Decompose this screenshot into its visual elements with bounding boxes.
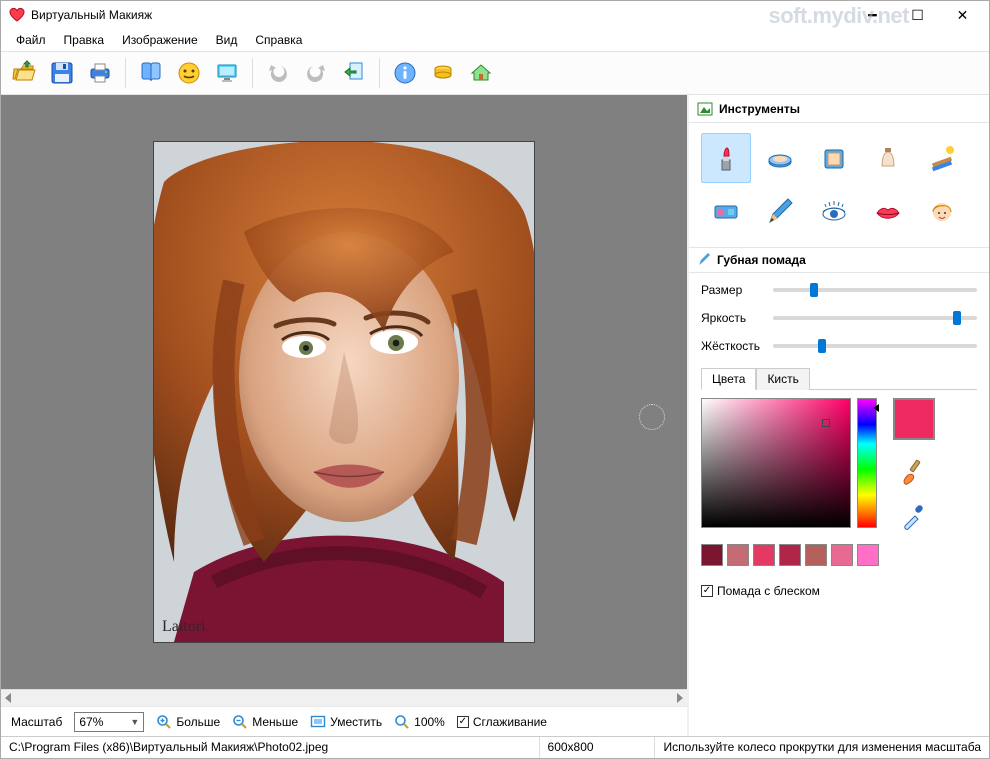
preset-6[interactable] <box>857 544 879 566</box>
undo-button[interactable] <box>261 56 295 90</box>
main-area: Laitori Масштаб 67% ▼ Больше Меньше Умес… <box>1 95 989 736</box>
toolbar <box>1 51 989 95</box>
minimize-button[interactable]: ━ <box>850 1 895 29</box>
slider-hard-row: Жёсткость <box>701 339 977 353</box>
slider-hard[interactable] <box>773 339 977 353</box>
picture-icon <box>697 101 713 117</box>
check-icon: ✓ <box>701 585 713 597</box>
color-picker <box>701 398 881 528</box>
preset-2[interactable] <box>753 544 775 566</box>
zoom-fit[interactable]: Уместить <box>310 714 382 730</box>
menu-file[interactable]: Файл <box>7 31 55 49</box>
canvas-area[interactable]: Laitori <box>1 95 687 689</box>
preset-3[interactable] <box>779 544 801 566</box>
open-button[interactable] <box>7 56 41 90</box>
close-button[interactable]: ✕ <box>940 1 985 29</box>
album-button[interactable] <box>134 56 168 90</box>
zoom-less[interactable]: Меньше <box>232 714 298 730</box>
sv-marker <box>822 419 830 427</box>
preset-4[interactable] <box>805 544 827 566</box>
maximize-button[interactable]: ☐ <box>895 1 940 29</box>
tool-mascara[interactable] <box>809 187 859 237</box>
tool-grid <box>689 123 989 247</box>
window-controls: ━ ☐ ✕ <box>850 1 985 29</box>
color-picker-row <box>689 390 989 540</box>
brush-cursor-indicator <box>639 404 665 430</box>
preset-0[interactable] <box>701 544 723 566</box>
color-tabs: Цвета Кисть <box>701 367 977 390</box>
tool-tanning[interactable] <box>917 133 967 183</box>
scale-label: Масштаб <box>11 715 62 729</box>
gloss-row: ✓ Помада с блеском <box>689 576 989 606</box>
sliders: Размер Яркость Жёсткость <box>689 273 989 353</box>
tools-header: Инструменты <box>689 95 989 123</box>
horizontal-scrollbar[interactable] <box>1 689 687 706</box>
menu-help[interactable]: Справка <box>246 31 311 49</box>
preset-1[interactable] <box>727 544 749 566</box>
sv-box[interactable] <box>701 398 851 528</box>
monitor-button[interactable] <box>210 56 244 90</box>
zoom-100[interactable]: 100% <box>394 714 445 730</box>
slider-size[interactable] <box>773 283 977 297</box>
status-bar: C:\Program Files (x86)\Виртуальный Макия… <box>1 736 989 758</box>
print-button[interactable] <box>83 56 117 90</box>
scale-value: 67% <box>79 715 103 729</box>
save-button[interactable] <box>45 56 79 90</box>
canvas-wrap: Laitori Масштаб 67% ▼ Больше Меньше Умес… <box>1 95 689 736</box>
side-panel: Инструменты <box>689 95 989 736</box>
menubar: Файл Правка Изображение Вид Справка <box>1 29 989 51</box>
hue-strip-wrap <box>857 398 877 528</box>
window-title: Виртуальный Макияж <box>31 8 152 22</box>
home-button[interactable] <box>464 56 498 90</box>
slider-size-row: Размер <box>701 283 977 297</box>
tool-lipstick[interactable] <box>701 133 751 183</box>
coins-button[interactable] <box>426 56 460 90</box>
smoothing-checkbox[interactable]: ✓ Сглаживание <box>457 715 547 729</box>
slider-bright[interactable] <box>773 311 977 325</box>
photo-signature: Laitori <box>162 618 206 636</box>
tool-lips-shape[interactable] <box>863 187 913 237</box>
tool-foundation[interactable] <box>809 133 859 183</box>
slider-hard-label: Жёсткость <box>701 339 765 353</box>
tool-pencil[interactable] <box>755 187 805 237</box>
photo: Laitori <box>154 142 534 642</box>
tool-concealer[interactable] <box>863 133 913 183</box>
preset-row <box>689 540 989 576</box>
zoom-more[interactable]: Больше <box>156 714 220 730</box>
smiley-button[interactable] <box>172 56 206 90</box>
status-path: C:\Program Files (x86)\Виртуальный Макия… <box>1 737 540 758</box>
hue-strip[interactable] <box>857 398 877 528</box>
check-icon: ✓ <box>457 716 469 728</box>
titlebar: Виртуальный Макияж soft.mydiv.net ━ ☐ ✕ <box>1 1 989 29</box>
hue-marker <box>873 404 879 412</box>
section-header: Губная помада <box>689 247 989 273</box>
slider-bright-label: Яркость <box>701 311 765 325</box>
tool-eyeshadow[interactable] <box>701 187 751 237</box>
gloss-checkbox[interactable]: ✓ Помада с блеском <box>701 584 977 598</box>
scale-select[interactable]: 67% ▼ <box>74 712 144 732</box>
preset-5[interactable] <box>831 544 853 566</box>
chevron-down-icon: ▼ <box>130 717 139 727</box>
export-button[interactable] <box>337 56 371 90</box>
brush-small-icon <box>697 253 711 267</box>
app-icon <box>9 7 25 23</box>
paintbrush-icon[interactable] <box>899 456 929 486</box>
slider-size-label: Размер <box>701 283 765 297</box>
menu-view[interactable]: Вид <box>207 31 247 49</box>
status-dimensions: 600x800 <box>540 737 656 758</box>
tool-powder[interactable] <box>755 133 805 183</box>
eyedropper-icon[interactable] <box>899 502 929 532</box>
menu-image[interactable]: Изображение <box>113 31 207 49</box>
status-tip: Используйте колесо прокрутки для изменен… <box>655 737 989 758</box>
current-swatch[interactable] <box>893 398 935 440</box>
menu-edit[interactable]: Правка <box>55 31 114 49</box>
tab-brush[interactable]: Кисть <box>756 368 809 390</box>
swatch-column <box>893 398 935 532</box>
tab-colors[interactable]: Цвета <box>701 368 756 390</box>
info-button[interactable] <box>388 56 422 90</box>
zoom-bar: Масштаб 67% ▼ Больше Меньше Уместить 100… <box>1 706 687 736</box>
tool-hair[interactable] <box>917 187 967 237</box>
redo-button[interactable] <box>299 56 333 90</box>
slider-bright-row: Яркость <box>701 311 977 325</box>
